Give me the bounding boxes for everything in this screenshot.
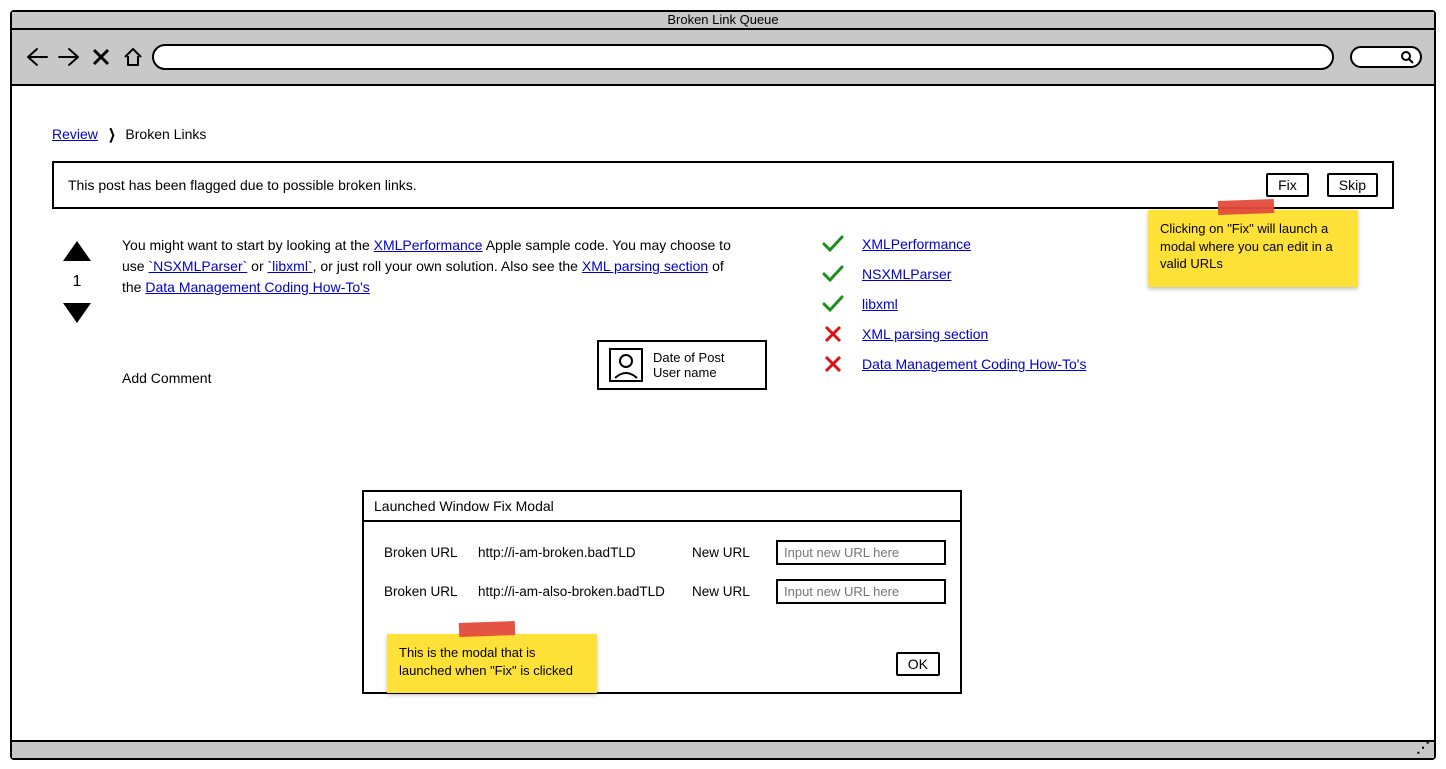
avatar-icon xyxy=(609,348,643,382)
new-url-label: New URL xyxy=(692,584,772,599)
new-url-input[interactable] xyxy=(776,540,946,565)
post-signature: Date of Post User name xyxy=(597,340,767,390)
breadcrumb-current: Broken Links xyxy=(125,126,206,142)
modal-title: Launched Window Fix Modal xyxy=(364,492,960,522)
link-xmlperformance[interactable]: XMLPerformance xyxy=(374,237,483,253)
upvote-icon[interactable] xyxy=(63,241,91,261)
link-status-row: NSXMLParser xyxy=(822,265,1152,283)
status-link[interactable]: XML parsing section xyxy=(862,326,988,342)
post-text: You might want to start by looking at th… xyxy=(122,237,374,253)
cross-icon xyxy=(822,355,844,373)
browser-window: Broken Link Queue Review ❯ Broken Links … xyxy=(10,10,1436,760)
resize-grip-icon[interactable]: ⋰ xyxy=(1416,739,1430,756)
check-icon xyxy=(822,235,844,253)
search-pill[interactable] xyxy=(1350,46,1422,68)
stop-icon[interactable] xyxy=(88,44,114,70)
status-link[interactable]: NSXMLParser xyxy=(862,266,951,282)
flag-message: This post has been flagged due to possib… xyxy=(68,177,417,193)
link-libxml[interactable]: `libxml` xyxy=(268,258,313,274)
search-icon xyxy=(1400,50,1414,64)
modal-url-row: Broken URL http://i-am-broken.badTLD New U… xyxy=(384,540,940,565)
forward-icon[interactable] xyxy=(56,44,82,70)
post-text: or xyxy=(247,258,267,274)
home-icon[interactable] xyxy=(120,44,146,70)
broken-url-value: http://i-am-broken.badTLD xyxy=(478,545,688,560)
link-status-row: XML parsing section xyxy=(822,325,1152,343)
check-icon xyxy=(822,265,844,283)
breadcrumb-root-link[interactable]: Review xyxy=(52,126,98,142)
status-link[interactable]: XMLPerformance xyxy=(862,236,971,252)
url-bar[interactable] xyxy=(152,44,1334,70)
link-status-row: XMLPerformance xyxy=(822,235,1152,253)
window-title: Broken Link Queue xyxy=(667,12,778,27)
vote-column: 1 xyxy=(52,235,102,389)
back-icon[interactable] xyxy=(24,44,50,70)
status-link[interactable]: Data Management Coding How-To's xyxy=(862,356,1086,372)
new-url-label: New URL xyxy=(692,545,772,560)
post-text: , or just roll your own solution. Also s… xyxy=(313,258,582,274)
new-url-input[interactable] xyxy=(776,579,946,604)
link-data-mgmt-howtos[interactable]: Data Management Coding How-To's xyxy=(145,279,369,295)
post-date: Date of Post xyxy=(653,350,725,365)
link-nsxmlparser[interactable]: `NSXMLParser` xyxy=(148,258,247,274)
flag-actions: Fix Skip xyxy=(1266,173,1378,197)
signature-text: Date of Post User name xyxy=(653,350,725,380)
downvote-icon[interactable] xyxy=(63,303,91,323)
window-titlebar: Broken Link Queue xyxy=(12,12,1434,30)
statusbar: ⋰ xyxy=(12,740,1434,758)
link-xml-parsing-section[interactable]: XML parsing section xyxy=(582,258,708,274)
vote-score: 1 xyxy=(73,273,82,291)
post-username: User name xyxy=(653,365,725,380)
skip-button[interactable]: Skip xyxy=(1327,173,1378,197)
annotation-text: This is the modal that is launched when … xyxy=(399,645,573,678)
tape-icon xyxy=(1218,199,1274,215)
link-status-row: libxml xyxy=(822,295,1152,313)
annotation-text: Clicking on "Fix" will launch a modal wh… xyxy=(1160,221,1333,271)
fix-button[interactable]: Fix xyxy=(1266,173,1309,197)
cross-icon xyxy=(822,325,844,343)
annotation-note-fix: Clicking on "Fix" will launch a modal wh… xyxy=(1148,210,1358,287)
tape-icon xyxy=(459,621,515,637)
check-icon xyxy=(822,295,844,313)
chevron-right-icon: ❯ xyxy=(108,126,115,143)
modal-url-row: Broken URL http://i-am-also-broken.badTLD… xyxy=(384,579,940,604)
flag-bar: This post has been flagged due to possib… xyxy=(52,161,1394,209)
breadcrumb: Review ❯ Broken Links xyxy=(52,126,1394,143)
annotation-note-modal: This is the modal that is launched when … xyxy=(387,634,597,693)
broken-url-label: Broken URL xyxy=(384,584,474,599)
broken-url-label: Broken URL xyxy=(384,545,474,560)
link-status-row: Data Management Coding How-To's xyxy=(822,355,1152,373)
status-link[interactable]: libxml xyxy=(862,296,898,312)
broken-url-value: http://i-am-also-broken.badTLD xyxy=(478,584,688,599)
modal-ok-button[interactable]: OK xyxy=(896,652,940,676)
link-status-list: XMLPerformance NSXMLParser libxml XML parsi… xyxy=(822,235,1152,389)
browser-toolbar xyxy=(12,30,1434,86)
